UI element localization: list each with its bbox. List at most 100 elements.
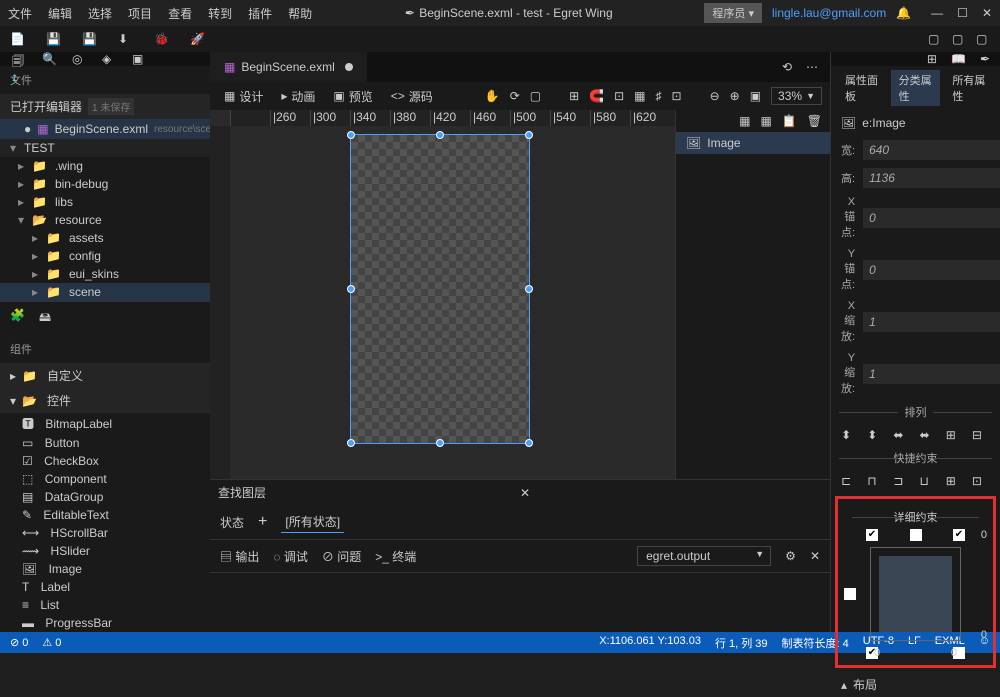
align-icon[interactable]: ⬍ [867, 428, 885, 442]
layout-section[interactable]: ▴布局 [831, 672, 1000, 697]
outline-item[interactable]: 🖼 Image [676, 132, 830, 154]
resize-handle[interactable] [525, 285, 533, 293]
tree-folder[interactable]: ▸📁config [0, 247, 210, 265]
align-icon[interactable]: ⬍ [841, 428, 859, 442]
tree-folder[interactable]: ▸📁assets [0, 229, 210, 247]
scale-y-input[interactable] [863, 364, 1000, 384]
component-item[interactable]: ⟷ HScrollBar [0, 524, 210, 542]
add-state-button[interactable]: + [258, 513, 267, 531]
run-icon[interactable]: 🚀 [190, 32, 204, 46]
save-all-icon[interactable]: 💾 [82, 32, 96, 46]
constraint-checkbox-tl[interactable] [866, 529, 878, 541]
tab-action-icon[interactable]: ⟲ [782, 60, 792, 74]
open-editor-file[interactable]: ● ▦ BeginScene.exml resource\scene [0, 119, 210, 139]
mode-design[interactable]: ▦设计 [218, 85, 269, 108]
menu-goto[interactable]: 转到 [208, 5, 232, 22]
close-button[interactable]: ✕ [982, 6, 992, 20]
scale-x-input[interactable] [863, 312, 1000, 332]
editor-tab[interactable]: ▦ BeginScene.exml [210, 52, 367, 82]
fit-icon[interactable]: ▣ [750, 89, 761, 103]
zoom-out-icon[interactable]: ⊖ [710, 89, 720, 103]
minimize-button[interactable]: — [931, 6, 943, 20]
resize-handle[interactable] [347, 131, 355, 139]
refresh-icon[interactable]: ⟳ [510, 89, 520, 103]
guides-icon[interactable]: ♯ [656, 89, 662, 103]
disk-icon[interactable]: 🖴 [39, 308, 51, 329]
selected-element[interactable] [350, 134, 530, 444]
resize-handle[interactable] [436, 439, 444, 447]
role-badge[interactable]: 程序员 ▾ [704, 3, 762, 23]
constraint-value[interactable]: 0 [874, 647, 880, 659]
save-icon[interactable]: 💾 [46, 32, 60, 46]
controls-group[interactable]: ▾📂控件 [0, 388, 210, 413]
zoom-level[interactable]: 33%▼ [771, 87, 822, 105]
download-icon[interactable]: ⬇ [118, 32, 132, 46]
outline-tool-icon[interactable]: ▦ [760, 114, 771, 128]
diamond-icon[interactable]: ◈ [102, 52, 116, 66]
tab-more-icon[interactable]: ⋯ [806, 60, 818, 74]
constraint-icon[interactable]: ⊏ [841, 474, 859, 488]
window-icon[interactable]: ▣ [132, 52, 146, 66]
outline-tool-icon[interactable]: 📋 [782, 114, 797, 128]
constraint-checkbox-tr[interactable] [953, 529, 965, 541]
output-settings-icon[interactable]: ⚙ [785, 549, 796, 563]
component-item[interactable]: T Label [0, 578, 210, 596]
resize-handle[interactable] [347, 439, 355, 447]
align-icon[interactable]: ⊞ [946, 428, 964, 442]
tree-folder[interactable]: ▸📁libs [0, 193, 210, 211]
magnet-icon[interactable]: 🧲 [589, 89, 604, 103]
tree-folder[interactable]: ▸📁eui_skins [0, 265, 210, 283]
tree-folder[interactable]: ▸📁bin-debug [0, 175, 210, 193]
menu-select[interactable]: 选择 [88, 5, 112, 22]
component-item[interactable]: 🆃 BitmapLabel [0, 413, 210, 434]
terminal-tab[interactable]: >_ 终端 [375, 548, 416, 565]
tree-folder[interactable]: ▾📂resource [0, 211, 210, 229]
constraint-icon[interactable]: ⊐ [893, 474, 911, 488]
user-email[interactable]: lingle.lau@gmail.com [772, 6, 886, 20]
prop-tab-all[interactable]: 所有属性 [944, 70, 994, 106]
sb-line-col[interactable]: 行 1, 列 39 [715, 635, 768, 651]
constraint-icon[interactable]: ⊡ [972, 474, 990, 488]
constraint-icon[interactable]: ⊓ [867, 474, 885, 488]
mode-source[interactable]: <>源码 [385, 85, 439, 108]
width-input[interactable] [863, 140, 1000, 160]
problems-tab[interactable]: ⊘ 问题 [322, 548, 361, 565]
outline-tool-icon[interactable]: ▦ [739, 114, 750, 128]
align-icon[interactable]: ⬌ [920, 428, 938, 442]
component-item[interactable]: ▭ Button [0, 434, 210, 452]
sb-warnings[interactable]: ⚠ 0 [42, 636, 61, 649]
resize-handle[interactable] [436, 131, 444, 139]
bug-icon[interactable]: 🐞 [154, 32, 168, 46]
anchor-x-input[interactable] [863, 208, 1000, 228]
hand-tool-icon[interactable]: ✋ [485, 89, 500, 103]
constraint-value[interactable]: 0 [981, 529, 987, 541]
component-item[interactable]: ⬚ Component [0, 470, 210, 488]
component-item[interactable]: ▬ ProgressBar [0, 614, 210, 632]
constraint-value[interactable]: 0 [951, 647, 957, 659]
tree-root[interactable]: ▾TEST [0, 139, 210, 157]
prop-tab-category[interactable]: 分类属性 [891, 70, 941, 106]
custom-group[interactable]: ▸📁自定义 [0, 363, 210, 388]
prop-tab-panel[interactable]: 属性面板 [837, 70, 887, 106]
component-item[interactable]: 🖼 Image [0, 560, 210, 578]
debug-tab[interactable]: ◌ 调试 [273, 548, 308, 565]
mode-animation[interactable]: ▸动画 [275, 85, 321, 108]
all-states-tab[interactable]: [所有状态] [281, 511, 344, 533]
outline-delete-icon[interactable]: 🗑 [807, 114, 822, 128]
component-item[interactable]: ☑ CheckBox [0, 452, 210, 470]
canvas[interactable]: |260|300|340|380|420|460|500|540|580|620 [210, 110, 675, 479]
grid-icon[interactable]: ▦ [634, 89, 645, 103]
menu-file[interactable]: 文件 [8, 5, 32, 22]
layout-2-icon[interactable]: ▢ [952, 32, 966, 46]
resize-handle[interactable] [347, 285, 355, 293]
constraint-checkbox-tc[interactable] [910, 529, 922, 541]
bell-icon[interactable]: 🔔 [896, 6, 911, 20]
close-icon[interactable]: ✕ [520, 486, 822, 500]
constraint-editor[interactable]: 0 0 0 0 [844, 529, 987, 659]
anchor-y-input[interactable] [863, 260, 1000, 280]
layout-1-icon[interactable]: ▢ [928, 32, 942, 46]
output-channel-select[interactable]: egret.output [637, 546, 771, 566]
align-icon[interactable]: ⬌ [893, 428, 911, 442]
constraint-value[interactable]: 0 [981, 629, 987, 641]
menu-edit[interactable]: 编辑 [48, 5, 72, 22]
